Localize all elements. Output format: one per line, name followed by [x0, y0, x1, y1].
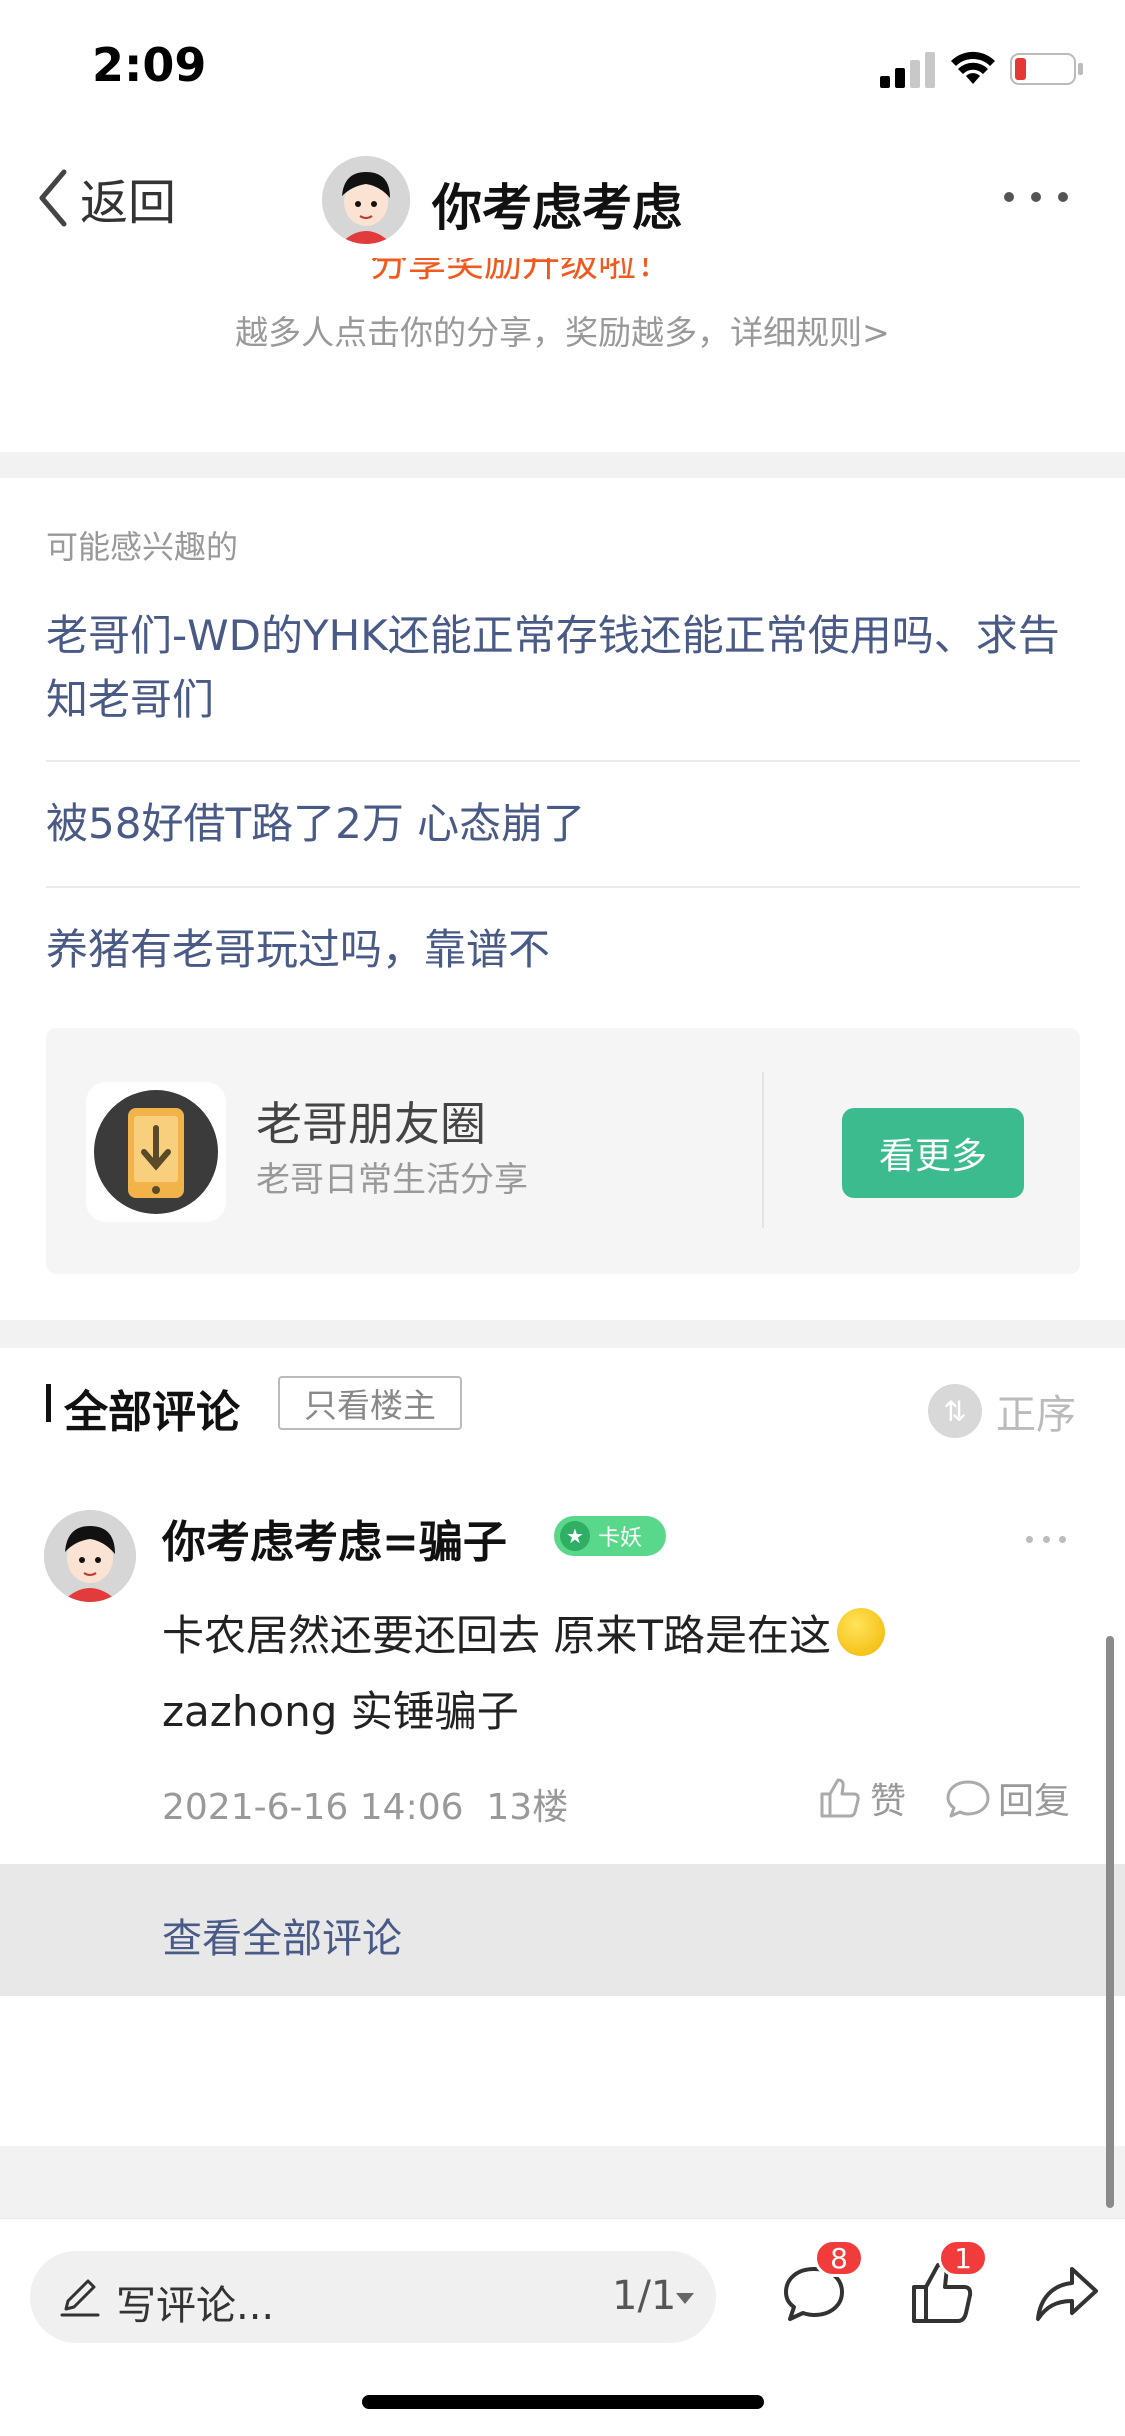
related-topic-link[interactable]: 养猪有老哥玩过吗，靠谱不	[46, 918, 1080, 982]
page-title: 你考虑考虑	[432, 179, 682, 237]
back-button[interactable]: 返回	[36, 166, 177, 231]
like-button[interactable]: 赞	[816, 1772, 906, 1824]
view-all-label: 查看全部评论	[162, 1916, 402, 1962]
home-indicator[interactable]	[362, 2395, 764, 2409]
bottom-bar: 写评论... 1/1 8 1	[0, 2218, 1125, 2436]
avatar[interactable]	[322, 156, 410, 244]
title-accent-bar	[46, 1384, 51, 1422]
like-post-button[interactable]: 1	[906, 2239, 988, 2329]
promo-title: 老哥朋友圈	[256, 1097, 486, 1151]
comment-item: 你考虑考虑=骗子 ★ 卡妖 卡农居然还要还回去 原来T路是在这 zazhong …	[0, 1500, 1125, 1860]
more-icon[interactable]	[1004, 182, 1068, 212]
sort-toggle[interactable]: ⇅ 正序	[928, 1382, 1076, 1440]
promo-app-icon	[86, 1082, 226, 1222]
section-divider	[0, 452, 1125, 478]
promo-subtitle: 老哥日常生活分享	[256, 1160, 528, 1200]
user-level-badge: ★ 卡妖	[554, 1516, 666, 1556]
pencil-icon	[60, 2279, 100, 2317]
comment-floor: 13楼	[486, 1787, 569, 1828]
avatar-face-icon	[322, 156, 410, 244]
status-time: 2:09	[92, 38, 207, 92]
back-label: 返回	[80, 175, 177, 231]
thumb-up-icon	[820, 1778, 860, 1818]
comment-more-icon[interactable]	[1026, 1536, 1066, 1546]
share-reward-rules-link[interactable]: 越多人点击你的分享，奖励越多，详细规则>	[0, 306, 1125, 354]
back-chevron-icon	[39, 169, 67, 227]
page-indicator[interactable]: 1/1	[612, 2273, 676, 2319]
share-arrow-icon[interactable]	[1032, 2259, 1102, 2329]
comments-header: 全部评论 只看楼主 ⇅ 正序	[0, 1348, 1125, 1468]
battery-icon	[1010, 53, 1083, 85]
divider	[46, 760, 1080, 762]
share-reward-title: 分享奖励升级啦！	[370, 258, 675, 280]
nav-bar: 返回 你考虑考虑	[0, 140, 1125, 258]
comment-date: 2021-6-16 14:06	[162, 1787, 464, 1828]
comment-input[interactable]: 写评论... 1/1	[30, 2251, 716, 2343]
signal-icon	[880, 52, 935, 88]
comment-meta: 2021-6-16 14:06 13楼	[162, 1778, 568, 1830]
section-divider	[0, 1320, 1125, 1348]
comments-button[interactable]: 8	[778, 2239, 864, 2329]
related-topic-link[interactable]: 被58好借T路了2万 心态崩了	[46, 792, 1080, 856]
smirk-emoji-icon	[837, 1608, 886, 1656]
divider	[762, 1072, 764, 1228]
only-op-filter-button[interactable]: 只看楼主	[278, 1376, 462, 1430]
sort-icon: ⇅	[928, 1384, 982, 1438]
scrollbar[interactable]	[1106, 1636, 1114, 2208]
avatar-face-icon	[44, 1510, 136, 1602]
related-section-label: 可能感兴趣的	[46, 528, 239, 566]
comment-bubble-icon	[946, 1780, 990, 1818]
comment-placeholder: 写评论...	[116, 2283, 275, 2329]
wifi-icon	[951, 51, 995, 84]
comment-count-badge: 8	[814, 2239, 864, 2277]
see-more-button[interactable]: 看更多	[842, 1108, 1024, 1198]
like-count-badge: 1	[938, 2239, 988, 2277]
avatar[interactable]	[44, 1510, 136, 1602]
status-bar: 2:09	[0, 0, 1125, 132]
comments-title: 全部评论	[64, 1387, 240, 1438]
section-divider	[0, 2146, 1125, 2218]
chevron-down-icon	[676, 2293, 694, 2304]
reply-button[interactable]: 回复	[944, 1772, 1070, 1824]
sort-label: 正序	[996, 1392, 1076, 1438]
related-topic-link[interactable]: 老哥们-WD的YHK还能正常存钱还能正常使用吗、求告知老哥们	[46, 604, 1080, 732]
comment-text: 卡农居然还要还回去 原来T路是在这 zazhong 实锤骗子	[162, 1598, 1072, 1750]
divider	[46, 886, 1080, 888]
promo-card[interactable]: 老哥朋友圈 老哥日常生活分享 看更多	[46, 1028, 1080, 1274]
view-all-comments-button[interactable]: 查看全部评论	[0, 1864, 1125, 1996]
star-icon: ★	[560, 1521, 590, 1551]
comment-username[interactable]: 你考虑考虑=骗子	[162, 1506, 507, 1570]
